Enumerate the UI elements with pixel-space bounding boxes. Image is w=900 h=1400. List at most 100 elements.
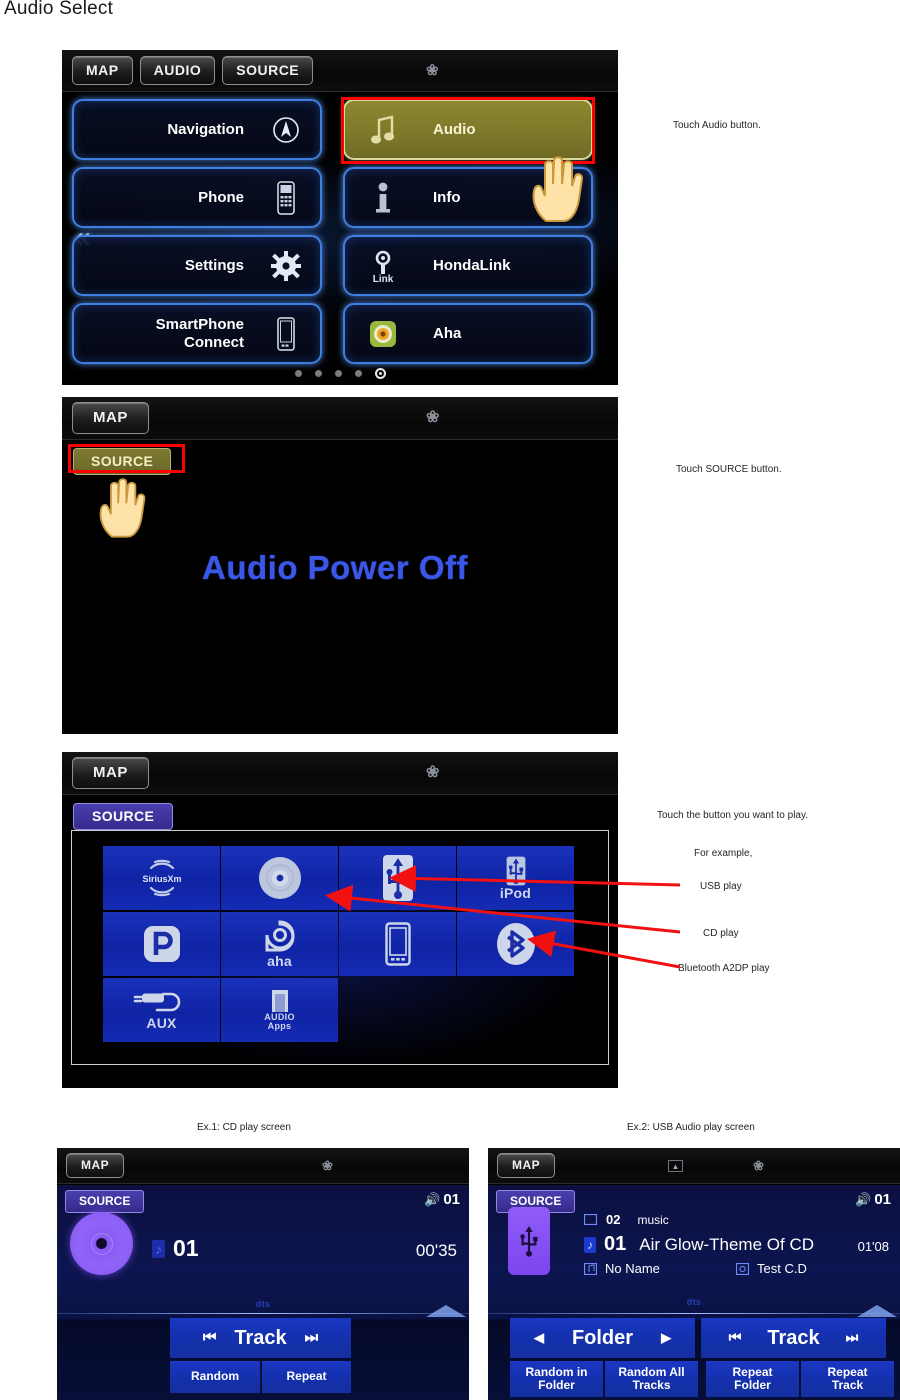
source-tile-smartphone[interactable] [339, 912, 456, 976]
bluetooth-icon: ❀ [322, 1158, 333, 1173]
page-indicator [62, 368, 618, 379]
menu-item-smartphone-connect[interactable]: SmartPhone Connect [72, 303, 322, 364]
page-dot-current[interactable] [374, 368, 386, 379]
audio-power-off-message: Audio Power Off [202, 549, 468, 586]
menu-item-label: Aha [433, 325, 462, 342]
folder-info: 02 music [584, 1212, 669, 1227]
aha-icon [265, 920, 294, 952]
example-usb-caption: Ex.2: USB Audio play screen [627, 1122, 755, 1133]
random-in-folder-button[interactable]: Random in Folder [510, 1361, 603, 1397]
bluetooth-icon: ❀ [426, 62, 439, 79]
navigation-control-row: ◀ Folder ▶ ⏮ Track ⏭ [510, 1318, 886, 1358]
bluetooth-icon: ❀ [426, 409, 440, 426]
speaker-icon: 🔊 [424, 1191, 441, 1207]
note-touch-audio: Touch Audio button. [673, 120, 761, 131]
repeat-track-button[interactable]: Repeat Track [801, 1361, 894, 1397]
menu-item-info[interactable]: Info [343, 167, 593, 228]
note-usb-play: USB play [700, 881, 742, 892]
note-touch-source: Touch SOURCE button. [676, 464, 782, 475]
page-dot[interactable] [314, 370, 322, 377]
mode-control-row: Random in Folder Random All Tracks Repea… [510, 1361, 894, 1397]
source-tile-label: AUDIO Apps [264, 1012, 295, 1031]
audio-apps-icon [271, 990, 288, 1012]
menu-item-settings[interactable]: Settings [72, 235, 322, 296]
artist-icon [584, 1262, 597, 1275]
music-note-icon: ♪ [584, 1236, 596, 1253]
folder-icon [584, 1214, 597, 1225]
map-button[interactable]: MAP [66, 1153, 125, 1178]
source-button[interactable]: SOURCE [73, 448, 172, 475]
album-art-icon: ▲ [668, 1160, 683, 1172]
page-dot[interactable] [334, 370, 342, 377]
power-off-body: SOURCE Audio Power Off [62, 441, 618, 734]
menu-item-phone[interactable]: Phone [72, 167, 322, 228]
track-number: 01 [173, 1235, 199, 1261]
menu-item-audio[interactable]: Audio [343, 99, 593, 160]
menu-item-label: Info [433, 189, 461, 206]
track-control[interactable]: ⏮ Track ⏭ [701, 1318, 886, 1358]
expand-chevron-icon[interactable] [856, 1303, 898, 1319]
source-button[interactable]: SOURCE [73, 803, 174, 830]
folder-number: 02 [606, 1212, 621, 1227]
music-note-icon: ♪ [152, 1239, 165, 1258]
track-label: Track [234, 1327, 287, 1349]
source-tile-aux[interactable]: AUX [103, 978, 220, 1042]
page-title: Audio Select [4, 0, 114, 19]
source-tile-label: AUX [146, 1015, 177, 1031]
page-dot[interactable] [354, 370, 362, 377]
random-all-tracks-button[interactable]: Random All Tracks [605, 1361, 698, 1397]
bluetooth-icon: ❀ [426, 764, 440, 781]
cd-play-screen: MAP ❀ SOURCE 🔊 01 ♪ 01 00'35 dts ⏮ Track [57, 1148, 469, 1400]
menu-item-hondalink[interactable]: Link HondaLink [343, 235, 593, 296]
audio-select-page: Audio Select MAP AUDIO SOURCE ❀ « Naviga… [0, 0, 900, 1400]
album-info: Test C.D [736, 1261, 807, 1276]
audio-button[interactable]: AUDIO [139, 56, 216, 85]
note-for-example: For example, [694, 848, 753, 859]
volume-value: 01 [443, 1191, 460, 1208]
source-button[interactable]: SOURCE [222, 56, 314, 85]
menu-item-label: SmartPhone Connect [155, 316, 244, 351]
track-control[interactable]: ⏮ Track ⏭ [170, 1318, 351, 1358]
source-tile-bluetooth[interactable] [457, 912, 574, 976]
map-button[interactable]: MAP [72, 402, 149, 434]
source-tile-audio-apps[interactable]: AUDIO Apps [221, 978, 338, 1042]
example-cd-caption: Ex.1: CD play screen [197, 1122, 291, 1133]
status-bar: MAP ❀ [62, 397, 618, 440]
cd-play-body: SOURCE 🔊 01 ♪ 01 00'35 dts ⏮ Track ⏭ Ran… [57, 1185, 469, 1400]
repeat-folder-button[interactable]: Repeat Folder [706, 1361, 799, 1397]
source-tile-ipod[interactable]: iPod [457, 846, 574, 910]
source-tile-pandora[interactable] [103, 912, 220, 976]
pandora-icon [143, 926, 180, 962]
menu-item-aha[interactable]: Aha [343, 303, 593, 364]
random-button[interactable]: Random [170, 1361, 260, 1393]
source-tile-aha[interactable]: aha [221, 912, 338, 976]
skip-previous-icon[interactable]: ⏮ [729, 1329, 742, 1345]
triangle-left-icon[interactable]: ◀ [534, 1330, 544, 1345]
source-tile-cd[interactable] [221, 846, 338, 910]
speaker-icon: 🔊 [855, 1191, 872, 1207]
menu-item-label: Audio [433, 121, 476, 138]
map-button[interactable]: MAP [497, 1153, 556, 1178]
map-button[interactable]: MAP [72, 757, 149, 789]
dts-logo: dts [686, 1297, 702, 1307]
map-button[interactable]: MAP [72, 56, 133, 85]
repeat-button[interactable]: Repeat [262, 1361, 351, 1393]
folder-control[interactable]: ◀ Folder ▶ [510, 1318, 695, 1358]
source-tile-siriusxm[interactable]: SiriusXm [103, 846, 220, 910]
skip-next-icon[interactable]: ⏭ [305, 1329, 319, 1347]
skip-next-icon[interactable]: ⏭ [846, 1329, 859, 1345]
source-tile-label: iPod [499, 885, 532, 901]
menu-item-navigation[interactable]: Navigation [72, 99, 322, 160]
elapsed-time: 00'35 [415, 1241, 457, 1260]
album-name: Test C.D [757, 1261, 807, 1276]
menu-item-label: HondaLink [433, 257, 511, 274]
svg-text:SiriusXm: SiriusXm [142, 874, 181, 884]
aha-icon [359, 320, 407, 348]
triangle-right-icon[interactable]: ▶ [661, 1330, 671, 1345]
source-button[interactable]: SOURCE [65, 1190, 145, 1213]
expand-chevron-icon[interactable] [425, 1303, 467, 1319]
artist-name: No Name [605, 1261, 660, 1276]
skip-previous-icon[interactable]: ⏮ [203, 1329, 217, 1347]
source-tile-usb[interactable] [339, 846, 456, 910]
page-dot[interactable] [294, 370, 302, 377]
